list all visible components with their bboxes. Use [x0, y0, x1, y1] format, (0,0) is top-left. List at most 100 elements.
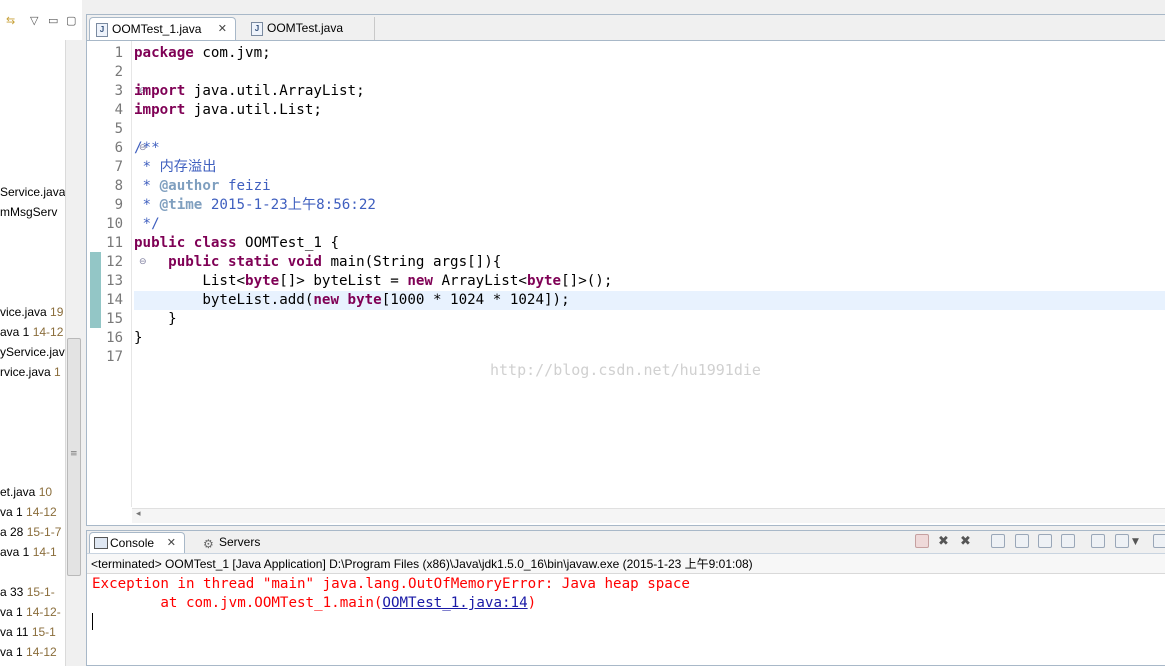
tab-oomtest-1[interactable]: J OOMTest_1.java ✕: [89, 17, 236, 40]
chevron-down-icon[interactable]: ▼: [1132, 537, 1139, 547]
code-line[interactable]: */: [134, 215, 1165, 234]
tree-item-name: ava 1: [0, 325, 30, 339]
tree-item-name: a 28: [0, 525, 24, 539]
comment-token: feizi: [219, 178, 271, 194]
tree-item-name: vice.java: [0, 305, 47, 319]
comment-token: *: [134, 197, 160, 213]
tree-item-decoration: 15-1: [31, 625, 56, 639]
tree-item-name: yService.jav: [0, 345, 65, 359]
tree-item[interactable]: ava 1 14-1: [0, 545, 57, 559]
code-text-area[interactable]: http://blog.csdn.net/hu1991die package c…: [134, 41, 1165, 507]
tree-item[interactable]: va 1 14-12-: [0, 605, 61, 619]
editor-tab-bar: J OOMTest_1.java ✕ J OOMTest.java: [87, 15, 1165, 41]
javadoc-tag-token: @time: [159, 197, 203, 213]
comment-token: /**: [134, 140, 160, 156]
comment-token: *: [134, 178, 160, 194]
close-icon[interactable]: ✕: [167, 533, 176, 554]
tree-item[interactable]: va 1 14-12: [0, 645, 57, 659]
package-explorer: ⇆ ▽ ▭ ▢ Service.java mMsgServ vice.java …: [0, 0, 82, 666]
keyword-token: byte: [347, 292, 382, 308]
line-number: 9: [114, 197, 123, 213]
tree-item-name: Service.java: [0, 185, 66, 199]
scroll-lock-icon[interactable]: [1015, 534, 1029, 548]
line-number: 15: [106, 311, 123, 327]
tab-oomtest[interactable]: J OOMTest.java: [245, 17, 375, 40]
code-line[interactable]: List<byte[]> byteList = new ArrayList<by…: [134, 272, 1165, 291]
comment-token: */: [134, 216, 160, 232]
code-line[interactable]: * 内存溢出: [134, 158, 1165, 177]
line-number: 5: [114, 121, 123, 137]
tree-item-decoration: 10: [38, 485, 53, 499]
code-line[interactable]: public static void main(String args[]){: [134, 253, 1165, 272]
tree-item-decoration: 15-1-7: [26, 525, 62, 539]
tree-item[interactable]: va 1 14-12: [0, 505, 57, 519]
tree-item-name: va 11: [0, 625, 29, 639]
minimize-icon[interactable]: ▭: [48, 14, 58, 27]
scroll-left-icon[interactable]: ◂: [136, 509, 141, 519]
tree-item[interactable]: va 11 15-1: [0, 625, 56, 639]
code-token: byteList.add(: [134, 292, 314, 308]
comment-token: 2015-1-23上午8:56:22: [202, 197, 376, 213]
code-line[interactable]: byteList.add(new byte[1000 * 1024 * 1024…: [134, 291, 1165, 310]
code-line[interactable]: [134, 63, 1165, 82]
terminate-icon[interactable]: [915, 534, 929, 548]
editor-horizontal-scrollbar[interactable]: ◂: [132, 508, 1165, 523]
console-error-line: Exception in thread "main" java.lang.Out…: [92, 576, 690, 592]
code-line[interactable]: public class OOMTest_1 {: [134, 234, 1165, 253]
line-number: 16: [106, 330, 123, 346]
code-token: ArrayList<: [432, 273, 527, 289]
scrollbar-thumb[interactable]: ≡: [67, 338, 81, 576]
line-number: 13: [106, 273, 123, 289]
remove-all-terminated-icon[interactable]: ✖: [960, 534, 971, 549]
keyword-token: public: [134, 235, 186, 251]
line-number-ruler: 1 2 3 ⊖ 4 5 6 ⊖ 7 8 9 10 11 12 ⊖ 13 14 15 16 17: [103, 41, 147, 507]
keyword-token: new: [313, 292, 339, 308]
code-line[interactable]: [134, 120, 1165, 139]
code-line[interactable]: import java.util.List;: [134, 101, 1165, 120]
remove-launch-icon[interactable]: ✖: [938, 534, 949, 549]
maximize-icon[interactable]: ▢: [66, 14, 76, 27]
tree-item[interactable]: Service.java: [0, 185, 65, 199]
code-token: main(String args[]){: [321, 254, 502, 270]
code-line[interactable]: [134, 348, 1165, 367]
tree-item[interactable]: rvice.java 1: [0, 365, 61, 379]
link-with-editor-icon[interactable]: ⇆: [6, 14, 15, 27]
pin-console-icon[interactable]: [1091, 534, 1105, 548]
code-line[interactable]: package com.jvm;: [134, 44, 1165, 63]
tree-item[interactable]: et.java 10: [0, 485, 52, 499]
quick-diff-marker: [90, 252, 101, 328]
line-number: 2: [114, 64, 123, 80]
line-number: 14: [106, 292, 123, 308]
tree-item-decoration: 14-12: [26, 505, 57, 519]
tree-item[interactable]: ava 1 14-12: [0, 325, 63, 339]
tree-item[interactable]: a 33 15-1-: [0, 585, 55, 599]
code-line[interactable]: * @author feizi: [134, 177, 1165, 196]
close-icon[interactable]: ✕: [218, 18, 227, 41]
view-menu-icon[interactable]: ▽: [30, 14, 38, 27]
tree-item[interactable]: yService.jav: [0, 345, 65, 359]
tree-item[interactable]: vice.java 19: [0, 305, 63, 319]
word-wrap-icon[interactable]: [1038, 534, 1052, 548]
tree-item[interactable]: mMsgServ: [0, 205, 57, 219]
display-selected-console-icon[interactable]: [1115, 534, 1129, 548]
line-number: 6: [114, 140, 123, 156]
code-line[interactable]: import java.util.ArrayList;: [134, 82, 1165, 101]
tree-item-name: et.java: [0, 485, 36, 499]
code-line[interactable]: }: [134, 329, 1165, 348]
show-console-on-output-icon[interactable]: [1061, 534, 1075, 548]
open-console-icon[interactable]: [1153, 534, 1165, 548]
stack-prefix: at com.jvm.OOMTest_1.main(: [92, 595, 383, 611]
package-explorer-scrollbar[interactable]: ≡: [65, 40, 82, 666]
clear-console-icon[interactable]: [991, 534, 1005, 548]
tab-console[interactable]: Console ✕: [89, 532, 185, 553]
tab-servers[interactable]: ⚙ Servers: [199, 532, 275, 553]
tree-item-decoration: 19: [50, 305, 64, 319]
tree-item[interactable]: a 28 15-1-7: [0, 525, 61, 539]
code-line[interactable]: }: [134, 310, 1165, 329]
keyword-token: import: [134, 83, 186, 99]
line-number: 17: [106, 349, 123, 365]
stack-trace-link[interactable]: OOMTest_1.java:14: [382, 595, 527, 611]
code-line[interactable]: * @time 2015-1-23上午8:56:22: [134, 196, 1165, 215]
code-line[interactable]: /**: [134, 139, 1165, 158]
text-caret: [92, 613, 93, 630]
